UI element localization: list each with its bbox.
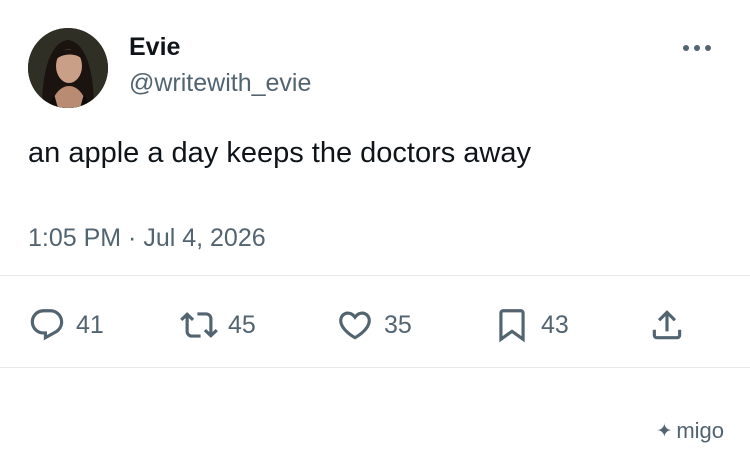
bookmark-button[interactable]: 43 (493, 303, 569, 347)
share-icon (652, 310, 682, 340)
avatar-photo (28, 28, 108, 108)
avatar[interactable] (28, 28, 108, 108)
retweet-count: 45 (228, 310, 256, 339)
like-button[interactable]: 35 (336, 303, 412, 347)
reply-icon (30, 309, 64, 341)
brand-watermark: ✦ migo (656, 418, 724, 444)
tweet-text: an apple a day keeps the doctors away (28, 137, 531, 169)
author-name[interactable]: Evie (129, 33, 180, 62)
bookmark-count: 43 (541, 310, 569, 339)
sparkle-icon: ✦ (656, 420, 673, 442)
divider (0, 367, 750, 368)
reply-count: 41 (76, 310, 104, 339)
like-count: 35 (384, 310, 412, 339)
retweet-button[interactable]: 45 (180, 303, 256, 347)
heart-icon (339, 311, 371, 340)
divider (0, 275, 750, 276)
retweet-icon (180, 312, 218, 338)
brand-label: migo (676, 418, 724, 443)
bookmark-icon (499, 309, 525, 343)
author-handle[interactable]: @writewith_evie (129, 69, 311, 98)
tweet-timestamp[interactable]: 1:05 PM · Jul 4, 2026 (28, 224, 266, 253)
more-horizontal-icon[interactable] (683, 40, 719, 56)
share-button[interactable] (648, 303, 686, 347)
reply-button[interactable]: 41 (28, 303, 104, 347)
